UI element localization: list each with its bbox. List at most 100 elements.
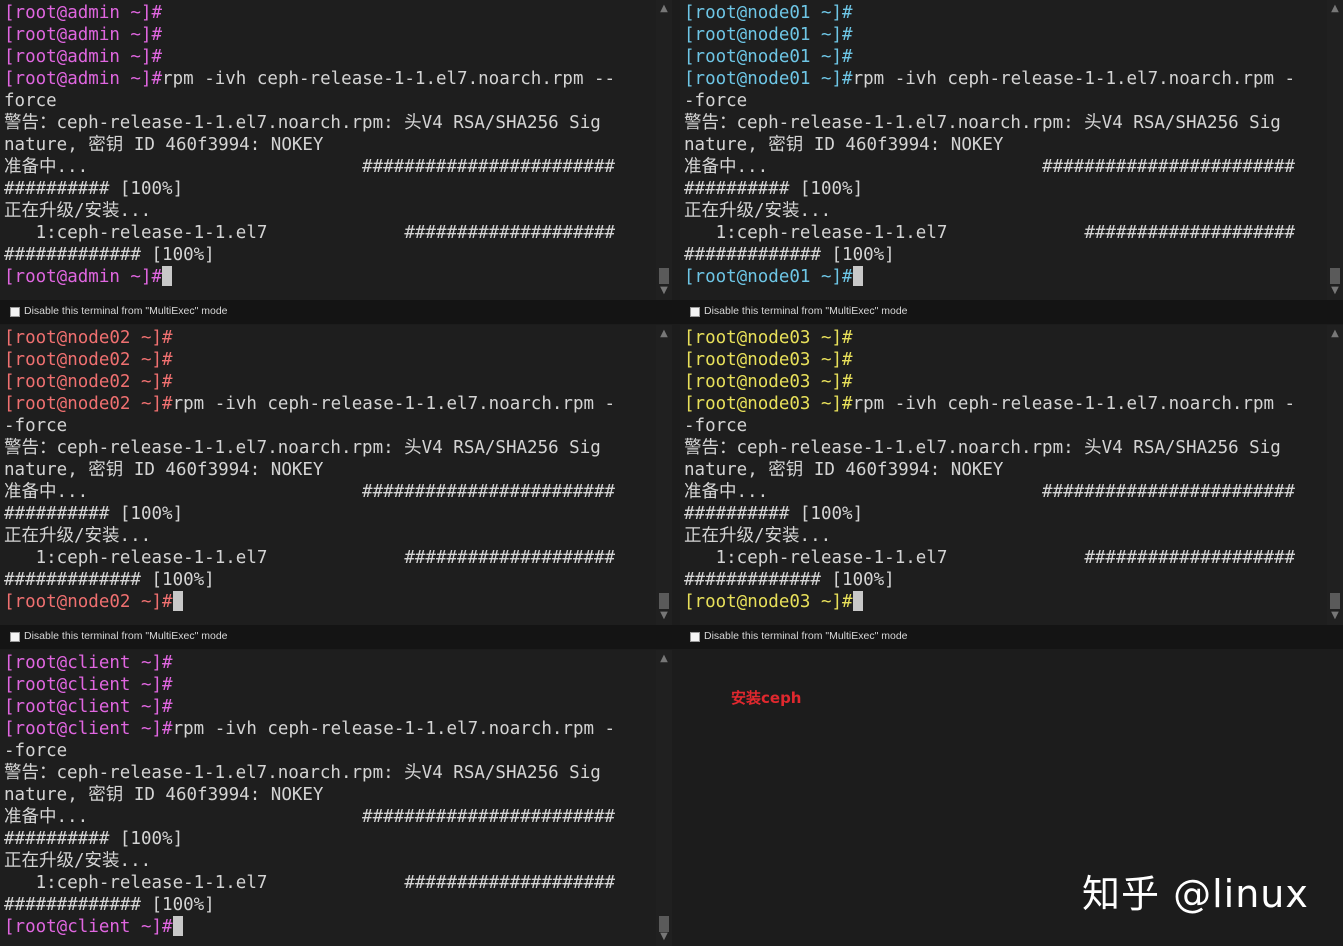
- warning-line: nature, 密钥 ID 460f3994: NOKEY: [4, 135, 324, 155]
- command-wrap: -force: [684, 91, 748, 111]
- terminal-output[interactable]: [root@client ~]# [root@client ~]# [root@cl…: [4, 652, 650, 946]
- prompt: [root@node02 ~]#: [4, 372, 173, 392]
- terminal-line: 警告：ceph-release-1-1.el7.noarch.rpm: 头V4 …: [4, 112, 650, 134]
- prompt: [root@node02 ~]#: [4, 394, 173, 414]
- prompt: [root@node03 ~]#: [684, 350, 853, 370]
- terminal-line: 准备中... ########################: [4, 806, 650, 828]
- prompt: [root@node02 ~]#: [4, 328, 173, 348]
- terminal-line: ########## [100%]: [4, 503, 650, 525]
- command-wrap: -force: [4, 741, 68, 761]
- multiexec-bar: Disable this terminal from "MultiExec" m…: [0, 625, 680, 649]
- terminal-line: 警告：ceph-release-1-1.el7.noarch.rpm: 头V4 …: [4, 762, 650, 784]
- terminal-output[interactable]: [root@node03 ~]# [root@node03 ~]# [root@no…: [684, 327, 1321, 625]
- annotation-text: 安装ceph: [731, 689, 802, 707]
- prompt: [root@admin ~]#: [4, 25, 163, 45]
- scrollbar[interactable]: ▲ ▼: [656, 325, 672, 625]
- cursor: [852, 591, 863, 611]
- terminal-line: [root@client ~]#: [4, 674, 650, 696]
- scrollbar[interactable]: ▲ ▼: [1327, 325, 1343, 625]
- status-line: 正在升级/安装...: [684, 201, 832, 221]
- terminal-line: [root@admin ~]#: [4, 266, 650, 288]
- scrollbar[interactable]: ▲ ▼: [656, 0, 672, 300]
- multiexec-checkbox[interactable]: [690, 307, 700, 317]
- prompt: [root@client ~]#: [4, 719, 173, 739]
- terminal-line: [root@admin ~]#: [4, 24, 650, 46]
- multiexec-label: Disable this terminal from "MultiExec" m…: [24, 305, 228, 317]
- terminal-line: -force: [684, 90, 1321, 112]
- warning-line: nature, 密钥 ID 460f3994: NOKEY: [684, 460, 1004, 480]
- command: rpm -ivh ceph-release-1-1.el7.noarch.rpm…: [852, 69, 1296, 89]
- warning-line: nature, 密钥 ID 460f3994: NOKEY: [684, 135, 1004, 155]
- scrollbar[interactable]: ▲ ▼: [1327, 0, 1343, 300]
- terminal-pane-node02[interactable]: [root@node02 ~]# [root@node02 ~]# [root@no…: [0, 325, 672, 625]
- warning-line: 警告：ceph-release-1-1.el7.noarch.rpm: 头V4 …: [684, 438, 1281, 458]
- multiexec-checkbox[interactable]: [10, 307, 20, 317]
- terminal-line: ############# [100%]: [4, 894, 650, 916]
- progress-line: 1:ceph-release-1-1.el7 #################…: [684, 223, 1296, 243]
- scroll-thumb[interactable]: [659, 593, 669, 609]
- scroll-thumb[interactable]: [1330, 593, 1340, 609]
- terminal-line: ############# [100%]: [4, 569, 650, 591]
- cursor: [172, 916, 183, 936]
- terminal-line: [root@node02 ~]#: [4, 591, 650, 613]
- terminal-line: -force: [4, 415, 650, 437]
- progress-line: ########## [100%]: [4, 179, 184, 199]
- multiexec-checkbox[interactable]: [690, 632, 700, 642]
- scrollbar[interactable]: ▲ ▼: [656, 650, 672, 946]
- terminal-line: nature, 密钥 ID 460f3994: NOKEY: [4, 134, 650, 156]
- prompt: [root@admin ~]#: [4, 3, 163, 23]
- prompt: [root@admin ~]#: [4, 47, 163, 67]
- terminal-line: [root@admin ~]#: [4, 46, 650, 68]
- scroll-down-icon[interactable]: ▼: [656, 284, 672, 298]
- progress-line: ############# [100%]: [684, 570, 895, 590]
- terminal-line: [root@client ~]#: [4, 652, 650, 674]
- progress-line: ########## [100%]: [684, 504, 864, 524]
- terminal-pane-admin[interactable]: [root@admin ~]# [root@admin ~]# [root@admi…: [0, 0, 672, 300]
- scroll-up-icon[interactable]: ▲: [1327, 2, 1343, 16]
- terminal-output[interactable]: [root@node01 ~]# [root@node01 ~]# [root@no…: [684, 2, 1321, 300]
- terminal-line: 1:ceph-release-1-1.el7 #################…: [684, 222, 1321, 244]
- progress-line: ########## [100%]: [4, 504, 184, 524]
- scroll-up-icon[interactable]: ▲: [656, 327, 672, 341]
- command: rpm -ivh ceph-release-1-1.el7.noarch.rpm…: [852, 394, 1296, 414]
- prompt: [root@client ~]#: [4, 697, 173, 717]
- terminal-line: ########## [100%]: [4, 178, 650, 200]
- multiexec-label: Disable this terminal from "MultiExec" m…: [24, 630, 228, 642]
- progress-line: 1:ceph-release-1-1.el7 #################…: [4, 548, 616, 568]
- warning-line: 警告：ceph-release-1-1.el7.noarch.rpm: 头V4 …: [4, 113, 601, 133]
- scroll-up-icon[interactable]: ▲: [656, 652, 672, 666]
- terminal-line: ########## [100%]: [684, 178, 1321, 200]
- prompt: [root@admin ~]#: [4, 267, 163, 287]
- scroll-thumb[interactable]: [659, 268, 669, 284]
- scroll-down-icon[interactable]: ▼: [656, 930, 672, 944]
- terminal-line: [root@node03 ~]#: [684, 371, 1321, 393]
- status-line: 正在升级/安装...: [4, 851, 152, 871]
- terminal-line: ############# [100%]: [684, 244, 1321, 266]
- scroll-thumb[interactable]: [1330, 268, 1340, 284]
- terminal-output[interactable]: [root@node02 ~]# [root@node02 ~]# [root@no…: [4, 327, 650, 625]
- multiexec-checkbox[interactable]: [10, 632, 20, 642]
- terminal-line: 正在升级/安装...: [4, 525, 650, 547]
- prompt: [root@node02 ~]#: [4, 592, 173, 612]
- terminal-line: [root@admin ~]#: [4, 2, 650, 24]
- scroll-down-icon[interactable]: ▼: [1327, 609, 1343, 623]
- terminal-pane-node03[interactable]: [root@node03 ~]# [root@node03 ~]# [root@no…: [680, 325, 1343, 625]
- terminal-pane-client[interactable]: [root@client ~]# [root@client ~]# [root@cl…: [0, 650, 672, 946]
- terminal-line: 准备中... ########################: [4, 481, 650, 503]
- terminal-line: [root@admin ~]#rpm -ivh ceph-release-1-1…: [4, 68, 650, 90]
- scroll-up-icon[interactable]: ▲: [1327, 327, 1343, 341]
- scroll-down-icon[interactable]: ▼: [656, 609, 672, 623]
- terminal-output[interactable]: [root@admin ~]# [root@admin ~]# [root@admi…: [4, 2, 650, 300]
- cursor: [172, 591, 183, 611]
- progress-line: ########## [100%]: [4, 829, 184, 849]
- terminal-line: [root@node01 ~]#rpm -ivh ceph-release-1-…: [684, 68, 1321, 90]
- watermark: 知乎 @linux: [1082, 872, 1309, 916]
- prompt: [root@client ~]#: [4, 675, 173, 695]
- terminal-line: [root@node02 ~]#: [4, 371, 650, 393]
- cursor: [162, 266, 173, 286]
- progress-line: ############# [100%]: [4, 895, 215, 915]
- scroll-up-icon[interactable]: ▲: [656, 2, 672, 16]
- terminal-pane-node01[interactable]: [root@node01 ~]# [root@node01 ~]# [root@no…: [680, 0, 1343, 300]
- prompt: [root@client ~]#: [4, 653, 173, 673]
- scroll-down-icon[interactable]: ▼: [1327, 284, 1343, 298]
